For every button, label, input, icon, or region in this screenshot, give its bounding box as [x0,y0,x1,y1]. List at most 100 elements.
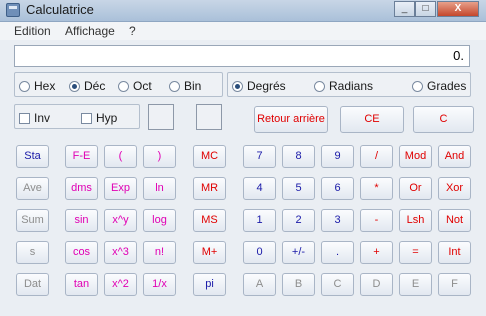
calculator-icon [6,3,20,17]
key-2[interactable]: 2 [282,209,315,232]
key-c-hex[interactable]: C [321,273,354,296]
inv-checkbox-box [19,113,30,124]
key-1[interactable]: 1 [243,209,276,232]
key-mod[interactable]: Mod [399,145,432,168]
key-exp[interactable]: Exp [104,177,137,200]
key-subtract[interactable]: - [360,209,393,232]
key-and[interactable]: And [438,145,471,168]
clear-button[interactable]: C [413,106,474,133]
radio-hex-dot [19,81,30,92]
radio-radians[interactable]: Radians [314,79,373,93]
hyp-checkbox-box [81,113,92,124]
radio-grades-label: Grades [427,79,467,93]
key-8[interactable]: 8 [282,145,315,168]
key-f[interactable]: F [438,273,471,296]
inv-label: Inv [34,111,51,125]
window-title: Calculatrice [26,2,94,17]
close-button[interactable]: X [437,1,479,17]
number-base-group: Hex Déc Oct Bin [14,72,223,97]
radio-grades[interactable]: Grades [412,79,466,93]
radio-hex-label: Hex [34,79,56,93]
key-6[interactable]: 6 [321,177,354,200]
key-e[interactable]: E [399,273,432,296]
key-mc[interactable]: MC [193,145,226,168]
key-sin[interactable]: sin [65,209,98,232]
radio-bin-dot [169,81,180,92]
key-x-pow-y[interactable]: x^y [104,209,137,232]
hyp-checkbox[interactable]: Hyp [81,111,117,125]
key-multiply[interactable]: * [360,177,393,200]
key-x-cubed[interactable]: x^3 [104,241,137,264]
key-fe[interactable]: F-E [65,145,98,168]
maximize-button[interactable]: □ [415,1,436,17]
result-display[interactable]: 0. [14,45,470,67]
key-int[interactable]: Int [438,241,471,264]
key-ms[interactable]: MS [193,209,226,232]
key-b[interactable]: B [282,273,315,296]
key-open-paren[interactable]: ( [104,145,137,168]
key-xor[interactable]: Xor [438,177,471,200]
key-cos[interactable]: cos [65,241,98,264]
radio-oct-label: Oct [133,79,152,93]
radio-oct-dot [118,81,129,92]
key-a[interactable]: A [243,273,276,296]
key-lsh[interactable]: Lsh [399,209,432,232]
key-close-paren[interactable]: ) [143,145,176,168]
key-add[interactable]: + [360,241,393,264]
key-reciprocal[interactable]: 1/x [143,273,176,296]
key-3[interactable]: 3 [321,209,354,232]
key-plus-minus[interactable]: +/- [282,241,315,264]
calculator-window: Calculatrice _ □ X Edition Affichage ? 0… [0,0,486,316]
key-d[interactable]: D [360,273,393,296]
key-not[interactable]: Not [438,209,471,232]
radio-degrees-label: Degrés [247,79,286,93]
key-mr[interactable]: MR [193,177,226,200]
key-5[interactable]: 5 [282,177,315,200]
key-or[interactable]: Or [399,177,432,200]
radio-degrees[interactable]: Degrés [232,79,286,93]
menu-affichage[interactable]: Affichage [65,24,115,38]
key-equals[interactable]: = [399,241,432,264]
radio-bin[interactable]: Bin [169,79,201,93]
inv-checkbox[interactable]: Inv [19,111,50,125]
key-divide[interactable]: / [360,145,393,168]
radio-oct[interactable]: Oct [118,79,152,93]
key-log[interactable]: log [143,209,176,232]
key-0[interactable]: 0 [243,241,276,264]
minimize-button[interactable]: _ [394,1,415,17]
key-7[interactable]: 7 [243,145,276,168]
clear-entry-button[interactable]: CE [340,106,404,133]
menu-edition[interactable]: Edition [14,24,51,38]
menu-bar: Edition Affichage ? [0,22,486,40]
key-tan[interactable]: tan [65,273,98,296]
radio-bin-label: Bin [184,79,202,93]
key-4[interactable]: 4 [243,177,276,200]
parenthesis-indicator [148,104,174,130]
key-factorial[interactable]: n! [143,241,176,264]
key-pi[interactable]: pi [193,273,226,296]
key-s[interactable]: s [16,241,49,264]
key-m-plus[interactable]: M+ [193,241,226,264]
backspace-button[interactable]: Retour arrière [254,106,328,133]
key-dat[interactable]: Dat [16,273,49,296]
key-x-squared[interactable]: x^2 [104,273,137,296]
title-bar: Calculatrice _ □ X [0,0,486,22]
angle-unit-group: Degrés Radians Grades [227,72,471,97]
memory-indicator [196,104,222,130]
radio-radians-label: Radians [329,79,374,93]
key-ave[interactable]: Ave [16,177,49,200]
radio-grades-dot [412,81,423,92]
menu-help[interactable]: ? [129,24,136,38]
radio-radians-dot [314,81,325,92]
key-9[interactable]: 9 [321,145,354,168]
hyp-label: Hyp [96,111,118,125]
key-decimal[interactable]: . [321,241,354,264]
key-sum[interactable]: Sum [16,209,49,232]
key-sta[interactable]: Sta [16,145,49,168]
radio-dec-dot [69,81,80,92]
radio-hex[interactable]: Hex [19,79,55,93]
key-dms[interactable]: dms [65,177,98,200]
radio-dec-label: Déc [84,79,106,93]
key-ln[interactable]: ln [143,177,176,200]
radio-dec[interactable]: Déc [69,79,105,93]
